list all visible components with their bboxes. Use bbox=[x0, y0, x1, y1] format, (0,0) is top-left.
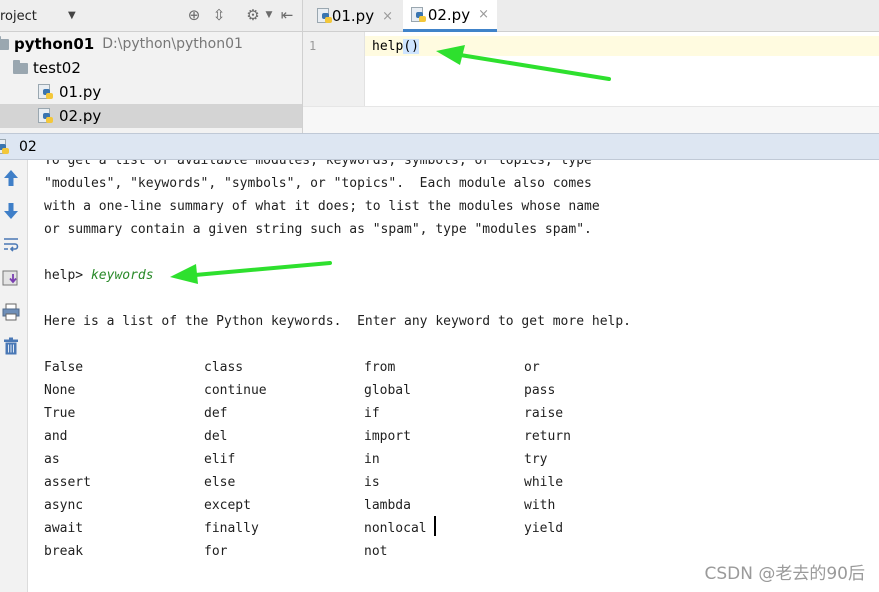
scroll-to-end-icon[interactable] bbox=[1, 268, 21, 288]
console-prompt-line: help> keywords bbox=[44, 268, 154, 283]
code-line[interactable]: help() bbox=[372, 39, 419, 54]
folder-icon bbox=[13, 59, 28, 74]
code-editor[interactable]: 1 help() bbox=[303, 32, 879, 133]
gear-dropdown-icon[interactable]: ▼ bbox=[260, 6, 278, 24]
keyword-item: False bbox=[44, 360, 84, 375]
keyword-item: else bbox=[204, 475, 236, 490]
tree-item-label: python01 bbox=[14, 35, 95, 53]
keyword-item: async bbox=[44, 498, 84, 513]
crosshair-icon[interactable]: ⊕ bbox=[185, 6, 203, 24]
keyword-item: None bbox=[44, 383, 76, 398]
run-tab-label[interactable]: 02 bbox=[19, 139, 37, 155]
keyword-item: class bbox=[204, 360, 244, 375]
current-line-highlight bbox=[365, 36, 879, 56]
console-output[interactable]: To get a list of available modules, keyw… bbox=[28, 160, 879, 592]
tree-item-python01[interactable]: python01 D:\python\python01 bbox=[0, 32, 302, 56]
keyword-item: for bbox=[204, 544, 228, 559]
keyword-item: await bbox=[44, 521, 84, 536]
keyword-item: lambda bbox=[364, 498, 411, 513]
editor-tab-bar: 01.py × 02.py × bbox=[303, 0, 879, 32]
tab-label: 02.py bbox=[427, 5, 471, 24]
run-toolbar bbox=[0, 160, 28, 592]
arrow-down-icon[interactable] bbox=[1, 201, 21, 221]
tree-item-label: test02 bbox=[33, 59, 81, 77]
keyword-item: assert bbox=[44, 475, 91, 490]
python-file-icon bbox=[38, 84, 54, 100]
keyword-item: yield bbox=[524, 521, 564, 536]
python-file-icon bbox=[317, 8, 332, 24]
keyword-item: with bbox=[524, 498, 556, 513]
tree-item-label: 02.py bbox=[59, 107, 102, 125]
keyword-item: nonlocal bbox=[364, 521, 427, 536]
python-file-icon bbox=[411, 6, 426, 23]
soft-wrap-icon[interactable] bbox=[1, 234, 21, 254]
tree-item-label: 01.py bbox=[59, 83, 102, 101]
keyword-item: def bbox=[204, 406, 228, 421]
close-icon[interactable]: × bbox=[382, 9, 393, 24]
console-line: To get a list of available modules, keyw… bbox=[44, 160, 592, 168]
keyword-item: in bbox=[364, 452, 380, 467]
keyword-item: not bbox=[364, 544, 388, 559]
keyword-item: finally bbox=[204, 521, 259, 536]
keyword-item: elif bbox=[204, 452, 236, 467]
tree-item-test02[interactable]: test02 bbox=[0, 56, 302, 80]
tree-item-02-py[interactable]: 02.py bbox=[0, 104, 302, 128]
keyword-item: global bbox=[364, 383, 411, 398]
console-typed-input: keywords bbox=[90, 268, 154, 283]
code-function-name: help bbox=[372, 39, 404, 54]
project-panel-title[interactable]: roject bbox=[0, 9, 37, 24]
keyword-item: del bbox=[204, 429, 228, 444]
python-file-icon bbox=[0, 138, 10, 155]
keyword-item: or bbox=[524, 360, 540, 375]
trash-icon[interactable] bbox=[1, 336, 21, 356]
tree-item-01-py[interactable]: 01.py bbox=[0, 80, 302, 104]
watermark: CSDN @老去的90后 bbox=[704, 564, 865, 584]
line-number: 1 bbox=[309, 39, 317, 53]
hide-panel-icon[interactable]: ⇤ bbox=[278, 6, 296, 24]
text-caret bbox=[434, 516, 436, 536]
keyword-item: is bbox=[364, 475, 380, 490]
keyword-item: as bbox=[44, 452, 60, 467]
run-panel-header: 02 bbox=[0, 133, 879, 160]
code-parens: () bbox=[403, 39, 419, 54]
print-icon[interactable] bbox=[1, 302, 21, 322]
keyword-item: continue bbox=[204, 383, 267, 398]
keyword-item: True bbox=[44, 406, 76, 421]
project-panel-header: roject ▼ ⊕ ⇳ ⚙ ▼ ⇤ bbox=[0, 0, 302, 32]
console-prompt: help> bbox=[44, 268, 91, 283]
keyword-item: if bbox=[364, 406, 380, 421]
tab-01-py[interactable]: 01.py × bbox=[309, 0, 401, 32]
editor-bottom-area bbox=[303, 106, 879, 133]
tab-label: 01.py bbox=[331, 7, 375, 25]
console-line: "modules", "keywords", "symbols", or "to… bbox=[44, 176, 592, 191]
keyword-item: from bbox=[364, 360, 396, 375]
python-file-icon bbox=[38, 108, 54, 124]
tree-item-path: D:\python\python01 bbox=[102, 36, 243, 52]
keyword-item: except bbox=[204, 498, 251, 513]
keyword-item: return bbox=[524, 429, 571, 444]
arrow-up-icon[interactable] bbox=[1, 168, 21, 188]
keyword-item: raise bbox=[524, 406, 564, 421]
console-line: Here is a list of the Python keywords. E… bbox=[44, 314, 631, 329]
line-number-gutter: 1 bbox=[303, 32, 365, 106]
keyword-item: try bbox=[524, 452, 548, 467]
triangle-down-icon[interactable]: ▼ bbox=[68, 10, 76, 21]
keyword-item: and bbox=[44, 429, 68, 444]
project-panel: roject ▼ ⊕ ⇳ ⚙ ▼ ⇤ python01 D:\python\py… bbox=[0, 0, 303, 133]
collapse-all-icon[interactable]: ⇳ bbox=[210, 6, 228, 24]
keyword-item: while bbox=[524, 475, 564, 490]
console-line: with a one-line summary of what it does;… bbox=[44, 199, 600, 214]
folder-icon bbox=[0, 35, 9, 50]
keyword-item: pass bbox=[524, 383, 556, 398]
tab-02-py[interactable]: 02.py × bbox=[403, 0, 497, 32]
keyword-item: break bbox=[44, 544, 84, 559]
console-line: or summary contain a given string such a… bbox=[44, 222, 592, 237]
close-icon[interactable]: × bbox=[478, 7, 489, 22]
keyword-item: import bbox=[364, 429, 411, 444]
